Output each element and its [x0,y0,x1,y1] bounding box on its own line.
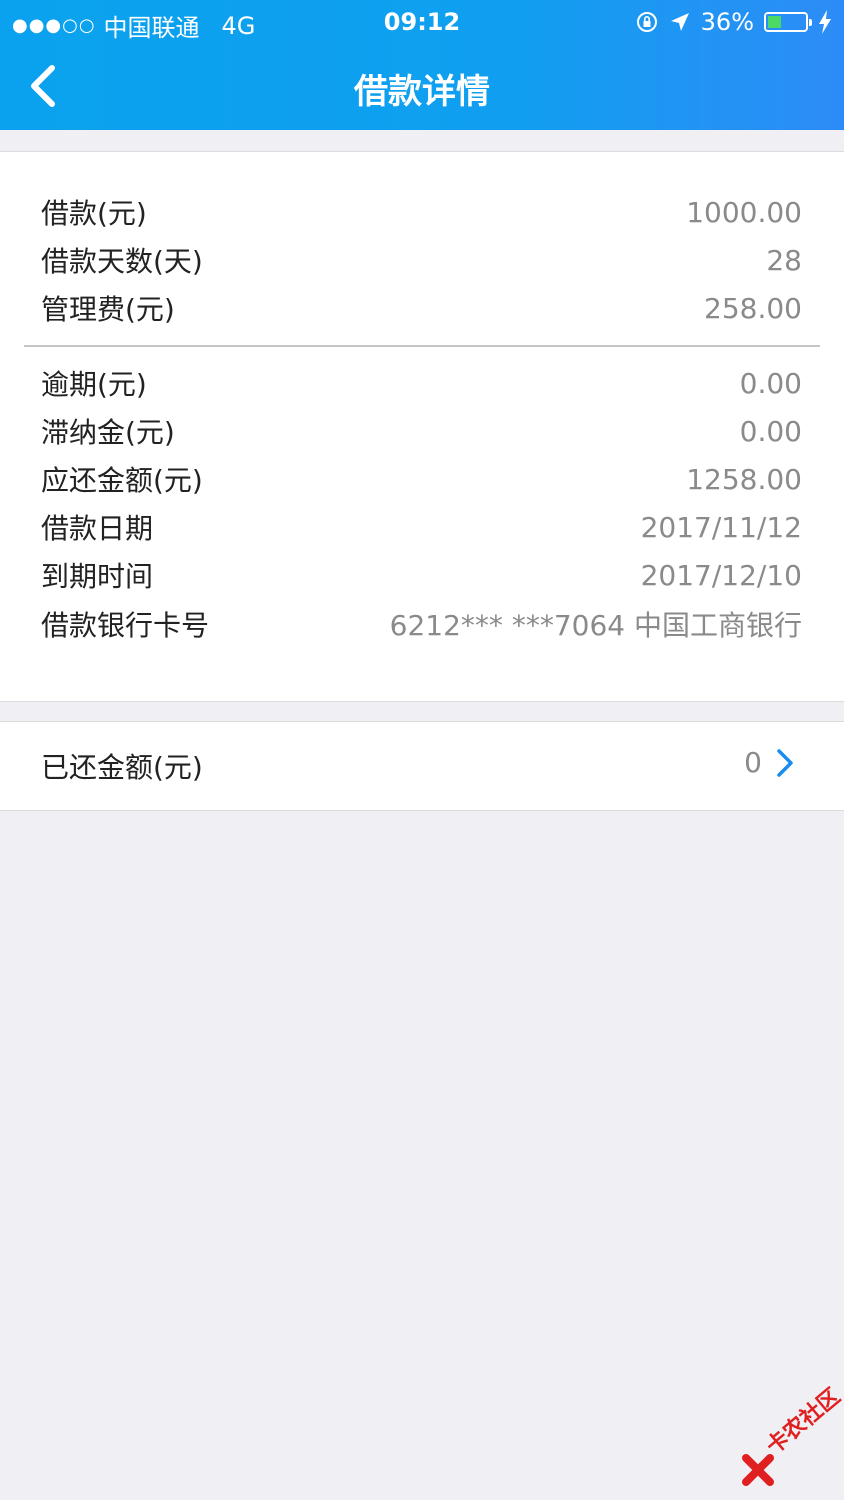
location-arrow-icon [670,13,689,31]
detail-row-amount-due: 应还金额(元) 1258.00 [41,459,802,499]
chevron-right-icon [777,748,793,777]
detail-label: 借款银行卡号 [41,609,210,642]
page-title: 借款详情 [354,72,490,112]
watermark-logo-icon [742,1454,774,1486]
repaid-label: 已还金额(元) [41,751,203,784]
detail-value: 2017/12/10 [640,558,802,592]
detail-row-loan-amount: 借款(元) 1000.00 [41,192,802,232]
detail-value: 1000.00 [686,195,802,229]
navigation-bar: 借款详情 [0,44,844,130]
battery-fill [768,16,781,28]
loan-details-card: 借款(元) 1000.00 借款天数(天) 28 管理费(元) 258.00 逾… [0,151,844,702]
detail-label: 到期时间 [41,560,154,593]
divider [24,345,820,347]
detail-value: 2017/11/12 [640,510,802,544]
detail-label: 滞纳金(元) [41,416,175,449]
battery-percent: 36% [700,8,754,36]
detail-row-late-fee: 滞纳金(元) 0.00 [41,411,802,451]
detail-value: 0.00 [739,414,802,448]
detail-row-loan-days: 借款天数(天) 28 [41,240,802,280]
detail-value: 28 [766,243,802,277]
detail-row-management-fee: 管理费(元) 258.00 [41,288,802,328]
detail-value: 258.00 [704,291,802,325]
battery-icon [764,12,812,32]
detail-label: 借款(元) [41,197,147,230]
repaid-value: 0 [744,746,762,779]
detail-value: 6212*** ***7064 中国工商银行 [389,609,802,642]
status-bar: ●●●○○ 中国联通 4G 09:12 36% [0,0,844,44]
detail-label: 管理费(元) [41,293,175,326]
detail-label: 借款日期 [41,512,154,545]
detail-row-bank-card: 借款银行卡号 6212*** ***7064 中国工商银行 [41,604,802,644]
repaid-amount-row[interactable]: 已还金额(元) 0 [0,721,844,811]
detail-row-overdue: 逾期(元) 0.00 [41,363,802,403]
watermark-text: 卡农社区 [761,1384,844,1460]
detail-label: 逾期(元) [41,368,147,401]
watermark: 卡农社区 [738,1384,844,1488]
rotation-lock-icon [636,12,657,32]
detail-row-due-date: 到期时间 2017/12/10 [41,555,802,595]
detail-value: 1258.00 [686,462,802,496]
detail-label: 借款天数(天) [41,245,203,278]
detail-label: 应还金额(元) [41,464,203,497]
detail-value: 0.00 [739,366,802,400]
header: ●●●○○ 中国联通 4G 09:12 36% 借款详情 [0,0,844,130]
detail-row-loan-date: 借款日期 2017/11/12 [41,507,802,547]
charging-bolt-icon [819,10,831,34]
